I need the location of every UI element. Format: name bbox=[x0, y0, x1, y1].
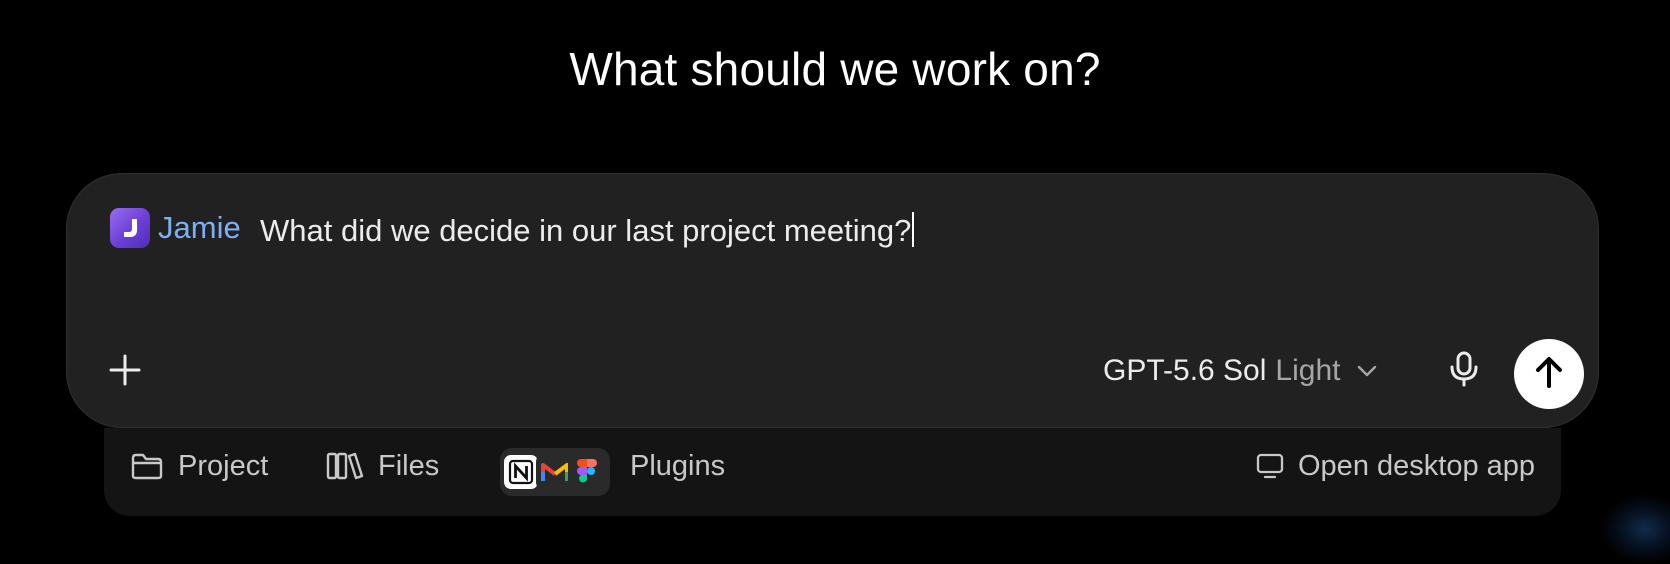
mention-chip[interactable]: Jamie bbox=[110, 208, 241, 248]
open-desktop-app-label: Open desktop app bbox=[1298, 449, 1536, 482]
arrow-up-icon bbox=[1533, 355, 1565, 394]
folder-icon bbox=[130, 451, 164, 481]
plugin-icons-group[interactable] bbox=[500, 448, 610, 496]
prompt-input-text: What did we decide in our last project m… bbox=[260, 213, 912, 248]
corner-glow bbox=[1600, 494, 1670, 564]
add-attachment-button[interactable] bbox=[97, 344, 153, 400]
prompt-input[interactable]: What did we decide in our last project m… bbox=[260, 212, 915, 249]
plugins-button[interactable]: Plugins bbox=[630, 428, 725, 504]
model-name: GPT-5.6 Sol bbox=[1103, 354, 1267, 387]
notion-icon bbox=[502, 453, 540, 491]
figma-icon bbox=[568, 453, 606, 491]
project-label: Project bbox=[178, 449, 269, 482]
prompt-composer[interactable]: Jamie What did we decide in our last pro… bbox=[66, 173, 1599, 428]
files-button[interactable]: Files bbox=[326, 428, 439, 504]
microphone-icon bbox=[1449, 351, 1479, 392]
project-button[interactable]: Project bbox=[130, 428, 268, 504]
monitor-icon bbox=[1256, 453, 1284, 479]
model-selector[interactable]: GPT-5.6 Sol Light bbox=[1103, 346, 1378, 396]
composer-toolbar: Project Files Plugins Open desktop app bbox=[104, 428, 1561, 516]
mention-avatar-icon bbox=[110, 208, 150, 248]
chevron-down-icon bbox=[1356, 364, 1378, 378]
voice-input-button[interactable] bbox=[1439, 346, 1489, 396]
page-headline: What should we work on? bbox=[569, 43, 1101, 95]
files-label: Files bbox=[378, 449, 440, 482]
plus-icon bbox=[108, 353, 142, 392]
model-mode: Light bbox=[1275, 354, 1341, 387]
send-button[interactable] bbox=[1514, 339, 1584, 409]
mention-name: Jamie bbox=[158, 210, 241, 245]
plugins-label: Plugins bbox=[630, 449, 726, 482]
library-icon bbox=[326, 451, 364, 481]
text-caret bbox=[912, 212, 915, 247]
open-desktop-app-button[interactable]: Open desktop app bbox=[1256, 428, 1535, 504]
